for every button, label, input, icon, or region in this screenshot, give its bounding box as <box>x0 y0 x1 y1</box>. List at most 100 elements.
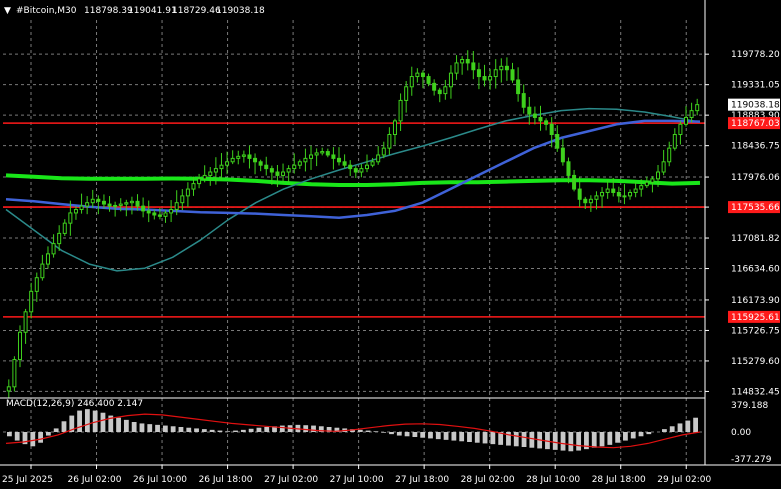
candle-body <box>281 171 286 176</box>
macd-bar <box>467 432 472 442</box>
candle-body <box>549 123 554 136</box>
price-tick-label: 115726.75 <box>731 326 780 336</box>
macd-bar <box>381 432 387 433</box>
macd-bar <box>7 432 12 437</box>
price-tick-label: 119778.20 <box>731 50 780 60</box>
candle-body <box>364 164 369 170</box>
candle-body <box>40 263 45 279</box>
low-value: 118729.46 <box>172 6 221 16</box>
candle-body <box>236 155 241 159</box>
macd-bar <box>84 409 90 432</box>
candle-body <box>230 157 235 163</box>
time-tick-label: 26 Jul 02:00 <box>68 475 122 485</box>
macd-bar <box>451 432 457 441</box>
candle-body <box>667 147 672 163</box>
macd-bar <box>147 424 153 432</box>
candle-body <box>258 161 263 166</box>
macd-bar <box>155 424 160 432</box>
candle-body <box>510 69 515 81</box>
macd-tick-label: 0.00 <box>731 428 751 438</box>
candle-body <box>633 188 638 193</box>
macd-bar <box>669 426 675 432</box>
candle-body <box>135 200 140 207</box>
candle-body <box>286 168 291 173</box>
macd-bar <box>311 425 316 432</box>
candle-body <box>208 171 213 176</box>
candle-body <box>342 161 347 166</box>
macd-bar <box>45 432 51 436</box>
candle-body <box>577 188 582 200</box>
macd-bar <box>248 428 254 432</box>
horizontal-levels <box>3 122 705 318</box>
macd-bar <box>279 425 285 432</box>
time-tick-label: 26 Jul 18:00 <box>199 475 253 485</box>
ma-teal-line <box>5 107 701 272</box>
candle-body <box>488 76 493 81</box>
macd-bar <box>162 425 168 432</box>
candle-body <box>583 198 588 204</box>
candle-body <box>107 203 112 207</box>
candle-body <box>499 65 504 71</box>
macd-bar <box>170 426 176 432</box>
candle-body <box>348 164 353 170</box>
candle-body <box>29 290 34 313</box>
candle-body <box>146 210 151 214</box>
price-tick-label: 116173.90 <box>731 296 780 306</box>
candle-body <box>45 253 50 265</box>
candle-body <box>180 195 185 204</box>
candle-body <box>34 277 39 292</box>
macd-bar <box>256 427 262 432</box>
candle-body <box>23 311 28 333</box>
macd-bar <box>615 432 621 443</box>
moving-averages <box>5 107 701 272</box>
candle-body <box>309 154 314 159</box>
macd-axis: 379.188 0.00 -377.279 <box>731 401 772 465</box>
candle-body <box>331 154 336 159</box>
candle-body <box>241 154 246 157</box>
candle-body <box>157 214 162 217</box>
candle-body <box>656 171 661 180</box>
candle-body <box>443 86 448 95</box>
candle-body <box>387 134 392 149</box>
candle-body <box>314 152 319 156</box>
candle-body <box>213 168 218 173</box>
candle-body <box>269 168 274 173</box>
macd-bar <box>77 410 82 432</box>
candle-body <box>292 164 297 170</box>
candle-body <box>415 72 420 78</box>
macd-bar <box>53 428 59 432</box>
macd-bar <box>490 432 496 445</box>
macd-bar <box>240 429 246 432</box>
candle-body <box>225 161 230 166</box>
candle-body <box>448 72 453 88</box>
candlesticks <box>6 50 700 398</box>
candle-body <box>555 134 560 149</box>
candle-body <box>118 203 123 206</box>
candle-body <box>141 205 146 212</box>
candle-body <box>465 59 470 64</box>
candle-body <box>639 185 644 190</box>
header-triangle-icon: ▼ <box>4 6 11 16</box>
macd-bar <box>693 417 698 432</box>
candle-body <box>521 93 526 108</box>
trading-chart: 119778.20119331.05118883.90118436.751179… <box>0 0 781 485</box>
candle-body <box>392 120 397 136</box>
candle-body <box>191 183 196 190</box>
candle-body <box>219 164 224 170</box>
macd-bar <box>560 432 566 451</box>
macd-bar <box>139 423 145 432</box>
candle-body <box>124 202 129 205</box>
candle-body <box>197 178 202 185</box>
macd-bar <box>38 432 43 443</box>
macd-label: MACD(12,26,9) 246.400 2.147 <box>6 399 143 409</box>
candle-body <box>152 212 157 216</box>
level-price-tag: 117535.66 <box>731 203 780 213</box>
candle-body <box>476 69 481 78</box>
candle-body <box>57 232 62 245</box>
candle-body <box>96 198 101 202</box>
candle-body <box>689 110 694 118</box>
time-tick-label: 28 Jul 02:00 <box>461 475 515 485</box>
chart-window: 119778.20 119331.05 118883.90 118436.75 1179… <box>0 0 781 489</box>
macd-bar <box>482 432 488 444</box>
macd-bar <box>225 431 231 432</box>
